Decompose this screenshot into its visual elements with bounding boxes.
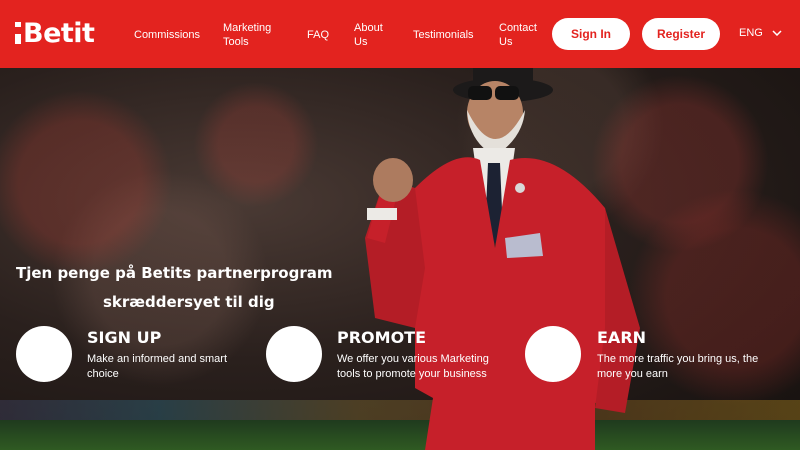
top-header: Betit Commissions Marketing Tools FAQ Ab…	[0, 0, 800, 68]
hero-headline-line1: Tjen penge på Betits partnerprogram	[16, 264, 333, 282]
sign-in-button[interactable]: Sign In	[552, 18, 630, 50]
nav-marketing-tools-line2: Tools	[223, 36, 249, 48]
sign-up-feature-description-line2: choice	[87, 368, 119, 380]
register-button[interactable]: Register	[642, 18, 720, 50]
nav-about-us-line1: About	[354, 22, 383, 34]
hero-man-in-red-suit-image	[365, 68, 640, 450]
logo-mark-icon	[15, 22, 21, 44]
sign-up-feature-description: Make an informed and smart choice	[87, 352, 227, 382]
brand-logo[interactable]: Betit	[15, 17, 95, 49]
language-label: ENG	[739, 27, 763, 39]
earn-feature-icon	[525, 326, 581, 382]
promote-feature-description-line2: tools to promote your business	[337, 368, 487, 380]
earn-feature-description-line1: The more traffic you bring us, the	[597, 353, 759, 365]
sign-up-feature-description-line1: Make an informed and smart	[87, 353, 228, 365]
earn-feature-description: The more traffic you bring us, the more …	[597, 352, 758, 382]
language-selector[interactable]: ENG	[739, 27, 782, 39]
promote-feature-title: PROMOTE	[337, 328, 427, 347]
nav-testimonials[interactable]: Testimonials	[413, 28, 474, 42]
earn-feature-description-line2: more you earn	[597, 368, 668, 380]
sign-up-feature-icon	[16, 326, 72, 382]
chevron-down-icon	[772, 30, 782, 36]
nav-about-us-line2: Us	[354, 36, 368, 48]
earn-feature-title: EARN	[597, 328, 647, 347]
nav-contact-us-line1: Contact	[499, 22, 537, 34]
nav-marketing-tools[interactable]: Marketing Tools	[223, 21, 271, 49]
promote-feature-description: We offer you various Marketing tools to …	[337, 352, 489, 382]
nav-faq[interactable]: FAQ	[307, 28, 329, 42]
nav-contact-us[interactable]: Contact Us	[499, 21, 537, 49]
brand-name: Betit	[23, 17, 95, 49]
sign-up-feature-title: SIGN UP	[87, 328, 162, 347]
hero-banner: Tjen penge på Betits partnerprogram skræ…	[0, 68, 800, 450]
promote-feature-icon	[266, 326, 322, 382]
hero-headline-line2: skræddersyet til dig	[103, 293, 275, 311]
nav-commissions[interactable]: Commissions	[134, 28, 200, 42]
promote-feature-description-line1: We offer you various Marketing	[337, 353, 489, 365]
nav-marketing-tools-line1: Marketing	[223, 22, 272, 34]
nav-about-us[interactable]: About Us	[354, 21, 383, 49]
nav-contact-us-line2: Us	[499, 36, 513, 48]
